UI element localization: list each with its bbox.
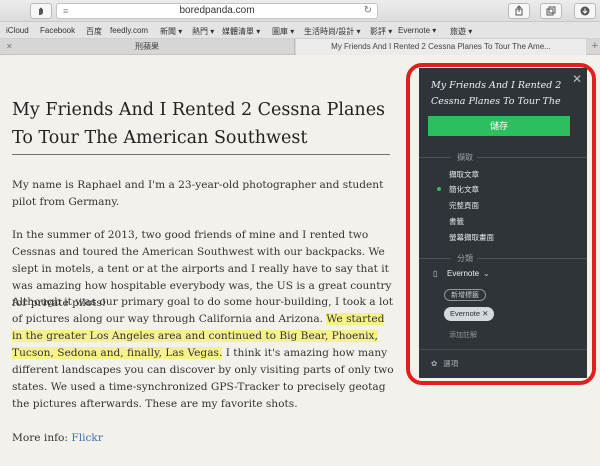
tab-label: 刑蘋果 — [135, 42, 159, 51]
bookmark-item[interactable]: 旅遊 ▾ — [450, 26, 472, 37]
clip-option-full-page[interactable]: 完整頁面 — [449, 200, 479, 211]
bookmark-item[interactable]: 圖庫 ▾ — [272, 26, 294, 37]
clip-option-simplified[interactable]: 簡化文章 — [449, 184, 479, 195]
settings-label: 選項 — [443, 359, 459, 368]
hand-icon[interactable] — [30, 3, 52, 19]
clip-option-article[interactable]: 擷取文章 — [449, 169, 479, 180]
file-section-header: 分類 — [419, 253, 587, 263]
close-icon[interactable]: ✕ — [572, 72, 582, 86]
browser-toolbar: ≡ boredpanda.com ↻ — [0, 0, 600, 22]
article: My Friends And I Rented 2 Cessna Planes … — [12, 96, 392, 152]
file-section-label: 分類 — [457, 254, 473, 263]
reload-icon[interactable]: ↻ — [364, 4, 372, 18]
new-tab-icon[interactable]: + — [592, 39, 598, 54]
add-tag-button[interactable]: 新增標籤 — [444, 289, 486, 301]
bookmark-item[interactable]: 生活時尚/設計 ▾ — [304, 26, 360, 37]
url-text: boredpanda.com — [179, 5, 255, 16]
more-info-label: More info: — [12, 432, 72, 444]
bookmark-item[interactable]: iCloud — [6, 26, 29, 35]
tab-article[interactable]: My Friends And I Rented 2 Cessna Planes … — [296, 39, 586, 55]
clip-option-screenshot[interactable]: 螢幕擷取畫面 — [449, 232, 494, 243]
tab-label: My Friends And I Rented 2 Cessna Planes … — [331, 42, 551, 51]
flickr-link[interactable]: Flickr — [71, 432, 103, 444]
notebook-name: Evernote — [447, 269, 480, 278]
chevron-down-icon: ⌄ — [483, 269, 490, 278]
bookmark-item[interactable]: 新聞 ▾ — [160, 26, 182, 37]
clip-option-bookmark[interactable]: 書籤 — [449, 216, 464, 227]
settings-button[interactable]: ✿ 選項 — [431, 358, 458, 369]
tab-bar: ✕ 刑蘋果 My Friends And I Rented 2 Cessna P… — [0, 39, 600, 55]
add-note-field[interactable]: 添加註解 — [449, 330, 477, 340]
bookmark-item[interactable]: Evernote ▾ — [398, 26, 436, 35]
reader-lines-icon[interactable]: ≡ — [63, 7, 68, 16]
tag-chip[interactable]: Evernote ✕ — [444, 307, 495, 321]
bookmark-item[interactable]: 媒體清單 ▾ — [222, 26, 260, 37]
article-title: My Friends And I Rented 2 Cessna Planes … — [12, 100, 386, 148]
more-info: More info: Flickr — [12, 430, 394, 447]
close-tab-icon[interactable]: ✕ — [6, 39, 13, 54]
bookmarks-bar: iCloud Facebook 百度 feedly.com 新聞 ▾ 熱門 ▾ … — [0, 22, 600, 39]
panel-divider — [419, 349, 587, 350]
notebook-icon: ▯ — [433, 269, 438, 278]
paragraph-journey: Although it was our primary goal to do s… — [12, 294, 394, 413]
tab-apple[interactable]: ✕ 刑蘋果 — [0, 39, 295, 55]
paragraph-intro: My name is Raphael and I'm a 23-year-old… — [12, 179, 384, 208]
share-icon[interactable] — [508, 3, 530, 19]
gear-icon: ✿ — [431, 359, 438, 368]
tabs-overview-icon[interactable] — [540, 3, 562, 19]
web-clipper-panel: ✕ My Friends And I Rented 2 Cessna Plane… — [419, 68, 587, 378]
address-bar[interactable]: ≡ boredpanda.com ↻ — [56, 3, 378, 19]
bookmark-item[interactable]: 熱門 ▾ — [192, 26, 214, 37]
bookmark-item[interactable]: Facebook — [40, 26, 75, 35]
bookmark-item[interactable]: 影評 ▾ — [370, 26, 392, 37]
clip-section-header: 擷取 — [419, 152, 587, 162]
download-icon[interactable] — [574, 3, 596, 19]
selected-dot-icon — [437, 187, 441, 191]
clip-section-label: 擷取 — [457, 153, 473, 162]
bookmark-item[interactable]: feedly.com — [110, 26, 148, 35]
save-button[interactable]: 儲存 — [428, 116, 570, 136]
bookmark-item[interactable]: 百度 — [86, 26, 102, 37]
title-divider — [12, 154, 390, 155]
clip-title[interactable]: My Friends And I Rented 2 Cessna Planes … — [431, 78, 571, 110]
notebook-selector[interactable]: ▯ Evernote ⌄ — [433, 269, 490, 278]
